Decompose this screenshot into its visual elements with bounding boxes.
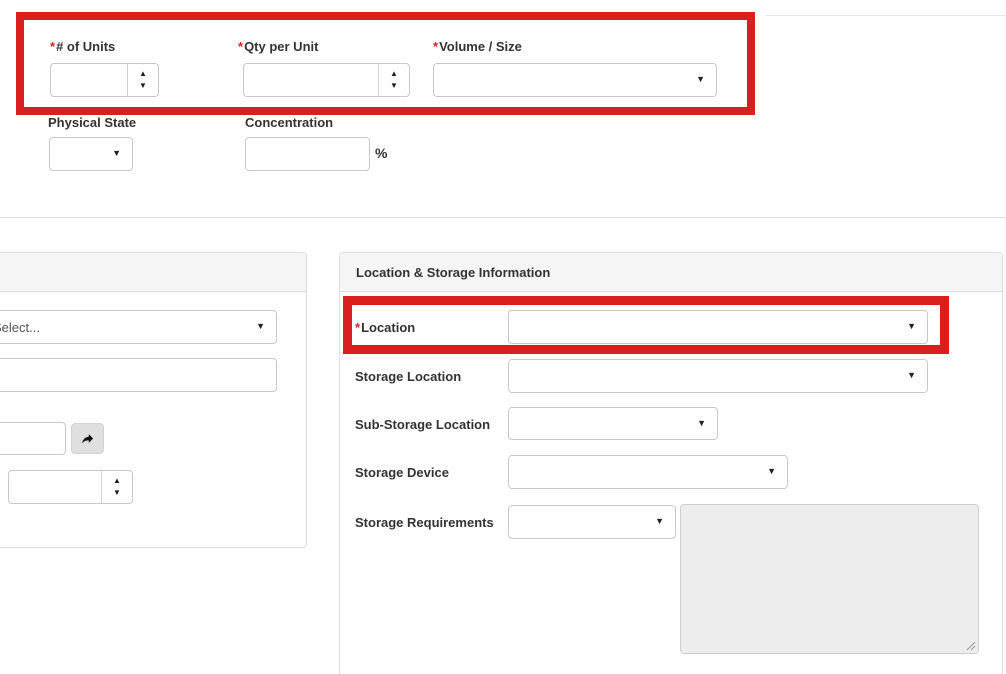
location-storage-panel-header: Location & Storage Information bbox=[340, 253, 1002, 292]
storage-requirements-notes[interactable] bbox=[680, 504, 979, 654]
lookup-forward-button[interactable] bbox=[71, 423, 104, 454]
chevron-down-icon: ▼ bbox=[907, 322, 916, 331]
chevron-down-icon: ▼ bbox=[767, 467, 776, 476]
physical-state-select[interactable]: ▼ bbox=[49, 137, 133, 171]
qty-per-unit-spinbox: ▲ ▼ bbox=[243, 63, 410, 97]
storage-location-select[interactable]: ▼ bbox=[508, 359, 928, 393]
num-units-spinner[interactable]: ▲ ▼ bbox=[127, 64, 158, 96]
spinner-down-icon[interactable]: ▼ bbox=[139, 82, 147, 90]
left-spinner[interactable]: ▲ ▼ bbox=[101, 471, 132, 503]
left-type-select[interactable]: Select... ▼ bbox=[0, 310, 277, 344]
spinner-down-icon[interactable]: ▼ bbox=[113, 489, 121, 497]
qty-per-unit-label: *Qty per Unit bbox=[238, 39, 318, 54]
storage-location-label: Storage Location bbox=[355, 369, 461, 384]
chevron-down-icon: ▼ bbox=[907, 371, 916, 380]
chevron-down-icon: ▼ bbox=[655, 517, 664, 526]
spinner-up-icon[interactable]: ▲ bbox=[390, 70, 398, 78]
storage-requirements-select[interactable]: ▼ bbox=[508, 505, 676, 539]
chevron-down-icon: ▼ bbox=[256, 322, 265, 331]
spinner-down-icon[interactable]: ▼ bbox=[390, 82, 398, 90]
sub-storage-location-label: Sub-Storage Location bbox=[355, 417, 490, 432]
volume-size-select[interactable]: ▼ bbox=[433, 63, 717, 97]
volume-size-label: *Volume / Size bbox=[433, 39, 522, 54]
left-spinbox: ▲ ▼ bbox=[8, 470, 133, 504]
chevron-down-icon: ▼ bbox=[112, 149, 121, 158]
num-units-input[interactable] bbox=[51, 64, 127, 96]
qty-per-unit-spinner[interactable]: ▲ ▼ bbox=[378, 64, 409, 96]
concentration-label: Concentration bbox=[245, 115, 333, 130]
chevron-down-icon: ▼ bbox=[696, 75, 705, 84]
top-partial-divider bbox=[765, 15, 1006, 16]
left-lookup-input[interactable] bbox=[0, 422, 66, 455]
location-select[interactable]: ▼ bbox=[508, 310, 928, 344]
required-asterisk: * bbox=[355, 320, 360, 335]
chevron-down-icon: ▼ bbox=[697, 419, 706, 428]
required-asterisk: * bbox=[433, 39, 438, 54]
spinner-up-icon[interactable]: ▲ bbox=[113, 477, 121, 485]
num-units-spinbox: ▲ ▼ bbox=[50, 63, 159, 97]
left-panel-header bbox=[0, 253, 306, 292]
form-screen: *# of Units ▲ ▼ *Qty per Unit ▲ ▼ *Volum… bbox=[0, 0, 1006, 674]
required-asterisk: * bbox=[50, 39, 55, 54]
panel-title: Location & Storage Information bbox=[356, 265, 550, 280]
num-units-label: *# of Units bbox=[50, 39, 115, 54]
left-spin-input[interactable] bbox=[9, 471, 101, 503]
storage-device-label: Storage Device bbox=[355, 465, 449, 480]
location-label: *Location bbox=[355, 320, 415, 335]
storage-device-select[interactable]: ▼ bbox=[508, 455, 788, 489]
concentration-input[interactable] bbox=[245, 137, 370, 171]
qty-per-unit-input[interactable] bbox=[244, 64, 378, 96]
left-text-input[interactable] bbox=[0, 358, 277, 392]
resize-grip-icon[interactable] bbox=[965, 640, 976, 651]
sub-storage-location-select[interactable]: ▼ bbox=[508, 407, 718, 440]
percent-suffix: % bbox=[375, 145, 387, 161]
section-divider bbox=[0, 217, 1006, 218]
forward-arrow-icon bbox=[79, 431, 96, 446]
storage-requirements-label: Storage Requirements bbox=[355, 515, 494, 530]
physical-state-label: Physical State bbox=[48, 115, 136, 130]
spinner-up-icon[interactable]: ▲ bbox=[139, 70, 147, 78]
required-asterisk: * bbox=[238, 39, 243, 54]
